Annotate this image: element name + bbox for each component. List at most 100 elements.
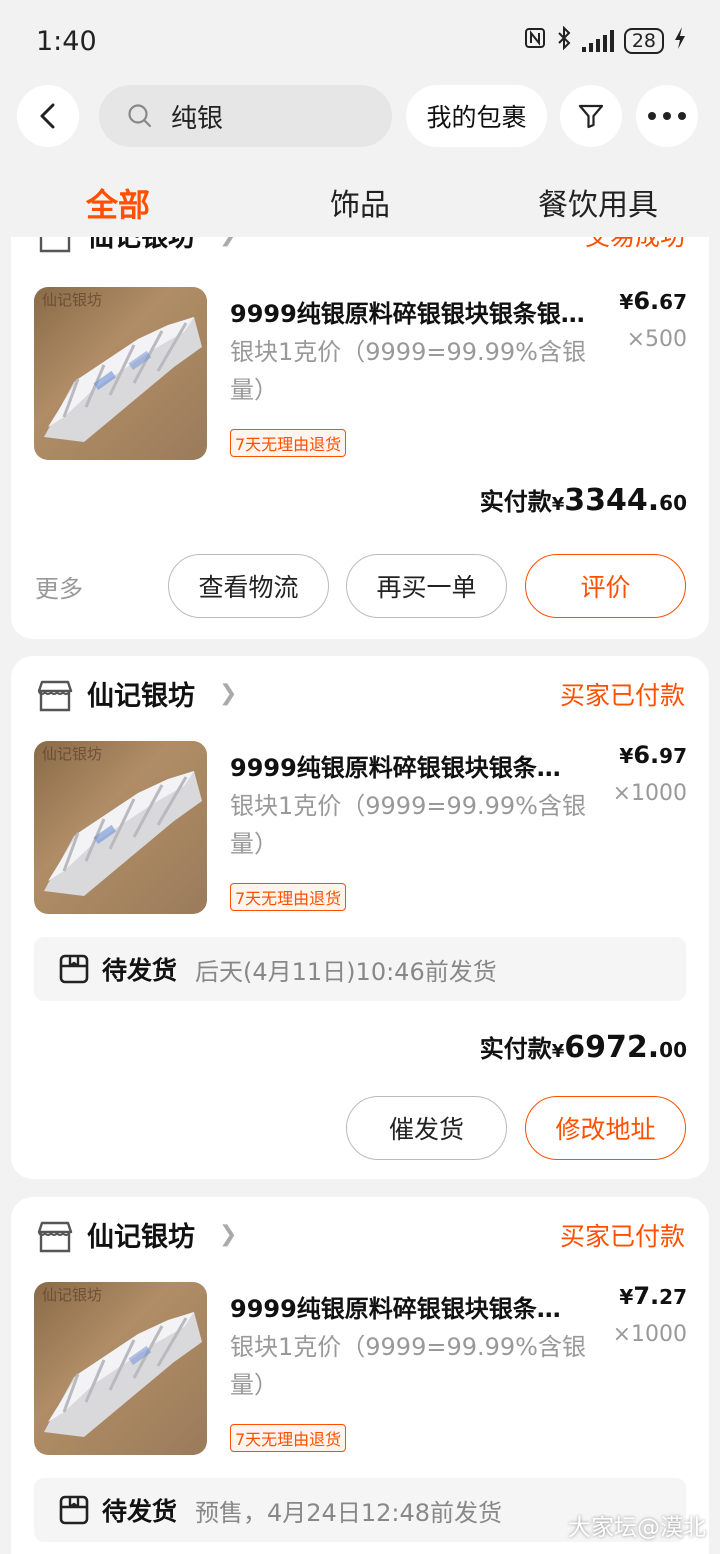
- charging-icon: [674, 26, 686, 56]
- product-thumbnail[interactable]: 仙记银坊: [34, 287, 207, 460]
- price-decimal: 67: [659, 290, 687, 314]
- search-icon: [128, 104, 152, 128]
- unit-price: ¥7.27: [619, 1282, 687, 1310]
- product-spec: 银块1克价（9999=99.99%含银量）: [230, 1333, 586, 1399]
- thumbnail-watermark: 仙记银坊: [42, 1286, 103, 1304]
- price-integer: 6.: [633, 287, 660, 315]
- order-list[interactable]: 仙记银坊 ❯ 交易成功 仙记银坊 9999纯银原料碎银银块银条银… 银块1克价（…: [0, 237, 720, 1554]
- store-icon: [37, 1221, 73, 1253]
- more-options-button[interactable]: [636, 85, 698, 147]
- site-watermark: 大家坛@漠北: [568, 1515, 706, 1541]
- silver-bars-image: [44, 317, 202, 442]
- chevron-right-icon: ❯: [219, 237, 237, 247]
- review-button[interactable]: 评价: [525, 554, 686, 618]
- unit-price: ¥6.97: [619, 741, 687, 769]
- product-title[interactable]: 9999纯银原料碎银银块银条银…: [230, 294, 600, 329]
- category-tabs: 全部 饰品 餐饮用具: [0, 165, 720, 237]
- order-status: 买家已付款: [559, 681, 685, 710]
- currency-symbol: ¥: [619, 744, 634, 768]
- status-bar: 1:40 28: [0, 0, 720, 82]
- quantity: ×1000: [612, 781, 687, 806]
- top-bar: 纯银 我的包裹: [0, 85, 720, 147]
- chevron-right-icon: ❯: [219, 1222, 238, 1247]
- filter-button[interactable]: [560, 85, 622, 147]
- shipping-deadline: 预售，4月24日12:48前发货: [195, 1498, 502, 1527]
- search-query: 纯银: [171, 103, 224, 134]
- order-status: 买家已付款: [559, 1222, 685, 1251]
- signal-icon: [581, 30, 614, 52]
- urge-shipping-button[interactable]: 催发货: [346, 1096, 507, 1160]
- quantity: ×500: [626, 327, 687, 352]
- battery-icon: 28: [623, 28, 664, 54]
- paid-decimal: 00: [659, 1038, 687, 1062]
- price-integer: 7.: [633, 1282, 660, 1310]
- price-integer: 6.: [633, 741, 660, 769]
- paid-integer: 3344.: [564, 483, 660, 518]
- shipping-deadline: 后天(4月11日)10:46前发货: [195, 957, 497, 986]
- shop-row[interactable]: 仙记银坊 ❯ 交易成功: [11, 237, 709, 277]
- package-icon: [59, 954, 89, 984]
- search-input[interactable]: 纯银: [99, 85, 392, 147]
- chevron-left-icon: [40, 103, 55, 129]
- order-card: 仙记银坊 ❯ 买家已付款 仙记银坊 9999纯银原料碎银银块银条… 银块1克价（…: [11, 656, 709, 1179]
- product-thumbnail[interactable]: 仙记银坊: [34, 741, 207, 914]
- more-link[interactable]: 更多: [35, 569, 83, 604]
- shipping-label: 待发货: [102, 1497, 178, 1526]
- order-card: 仙记银坊 ❯ 买家已付款 仙记银坊 9999纯银原料碎银银块银条… 银块1克价（…: [11, 1197, 709, 1554]
- ellipsis-icon: [648, 112, 686, 120]
- shipping-label: 待发货: [102, 956, 178, 985]
- return-policy-tag: 7天无理由退货: [230, 429, 347, 457]
- paid-label: 实付款: [479, 488, 552, 516]
- change-address-button[interactable]: 修改地址: [525, 1096, 686, 1160]
- currency-symbol: ¥: [619, 1285, 634, 1309]
- quantity: ×1000: [612, 1322, 687, 1347]
- currency-symbol: ¥: [619, 290, 634, 314]
- order-status: 交易成功: [585, 237, 685, 253]
- shop-name: 仙记银坊: [87, 237, 195, 253]
- silver-bars-image: [44, 1312, 202, 1437]
- unit-price: ¥6.67: [619, 287, 687, 315]
- package-icon: [59, 1495, 89, 1525]
- store-icon: [37, 680, 73, 712]
- thumbnail-watermark: 仙记银坊: [42, 745, 103, 763]
- shop-name: 仙记银坊: [87, 681, 195, 712]
- nfc-icon: [524, 27, 546, 55]
- shop-name: 仙记银坊: [87, 1222, 195, 1253]
- paid-label: 实付款: [479, 1035, 552, 1063]
- shop-row[interactable]: 仙记银坊 ❯ 买家已付款: [11, 1197, 709, 1277]
- shop-row[interactable]: 仙记银坊 ❯ 买家已付款: [11, 656, 709, 736]
- product-spec: 银块1克价（9999=99.99%含银量）: [230, 338, 586, 404]
- tab-all[interactable]: 全部: [86, 180, 150, 226]
- product-title[interactable]: 9999纯银原料碎银银块银条…: [230, 1289, 590, 1324]
- status-time: 1:40: [36, 25, 97, 57]
- store-icon: [39, 237, 71, 253]
- filter-icon: [578, 104, 604, 129]
- status-icons: 28: [524, 25, 686, 56]
- tab-jewelry[interactable]: 饰品: [330, 180, 390, 224]
- paid-amount: 实付款¥6972.00: [480, 1029, 687, 1065]
- paid-decimal: 60: [659, 491, 687, 515]
- product-thumbnail[interactable]: 仙记银坊: [34, 1282, 207, 1455]
- paid-currency: ¥: [551, 1041, 565, 1062]
- price-decimal: 97: [659, 744, 687, 768]
- battery-level: 28: [631, 30, 656, 52]
- my-packages-button[interactable]: 我的包裹: [406, 85, 547, 147]
- thumbnail-watermark: 仙记银坊: [42, 291, 103, 309]
- product-title[interactable]: 9999纯银原料碎银银块银条…: [230, 748, 590, 783]
- tab-tableware[interactable]: 餐饮用具: [538, 180, 658, 224]
- paid-currency: ¥: [551, 494, 565, 515]
- product-spec: 银块1克价（9999=99.99%含银量）: [230, 792, 586, 858]
- view-logistics-button[interactable]: 查看物流: [168, 554, 329, 618]
- return-policy-tag: 7天无理由退货: [230, 883, 347, 911]
- paid-integer: 6972.: [564, 1030, 660, 1065]
- buy-again-button[interactable]: 再买一单: [346, 554, 507, 618]
- shipping-status[interactable]: 待发货 后天(4月11日)10:46前发货: [34, 937, 686, 1001]
- paid-amount: 实付款¥3344.60: [480, 482, 687, 518]
- chevron-right-icon: ❯: [219, 681, 238, 706]
- price-decimal: 27: [659, 1285, 687, 1309]
- return-policy-tag: 7天无理由退货: [230, 1424, 347, 1452]
- order-card: 仙记银坊 ❯ 交易成功 仙记银坊 9999纯银原料碎银银块银条银… 银块1克价（…: [11, 237, 709, 639]
- back-button[interactable]: [17, 85, 79, 147]
- bluetooth-icon: [556, 25, 572, 56]
- silver-bars-image: [44, 771, 202, 896]
